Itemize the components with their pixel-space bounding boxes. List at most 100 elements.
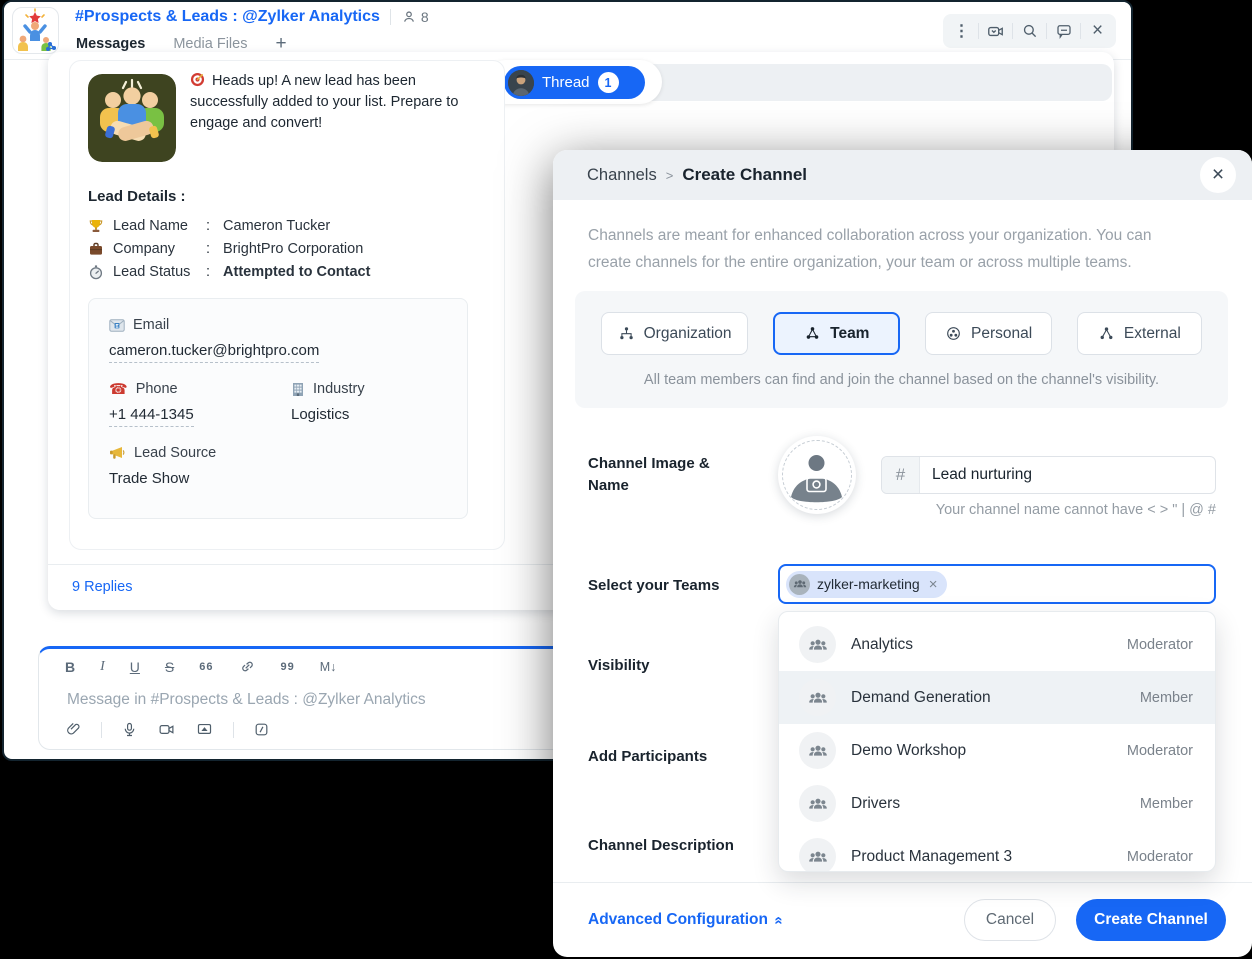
video-camera-icon[interactable] bbox=[157, 721, 176, 738]
team-option-demo-workshop[interactable]: Demo Workshop Moderator bbox=[779, 724, 1215, 777]
channel-logo bbox=[12, 7, 59, 54]
link-button[interactable] bbox=[239, 658, 256, 675]
modal-footer: Advanced Configuration « Cancel Create C… bbox=[553, 882, 1252, 957]
channel-description-label: Channel Description bbox=[588, 835, 734, 857]
stopwatch-icon bbox=[88, 264, 104, 280]
chat-bubble-icon[interactable] bbox=[1047, 14, 1080, 48]
email-icon bbox=[109, 319, 125, 332]
breadcrumb-separator: > bbox=[666, 168, 674, 183]
external-network-icon bbox=[1098, 325, 1115, 342]
create-channel-button[interactable]: Create Channel bbox=[1076, 899, 1226, 941]
industry-label: Industry bbox=[291, 381, 365, 397]
lead-source-label: Lead Source bbox=[109, 445, 447, 461]
cancel-button[interactable]: Cancel bbox=[964, 899, 1056, 941]
type-personal-button[interactable]: Personal bbox=[925, 312, 1051, 355]
team-triangle-icon bbox=[804, 325, 821, 342]
channel-name-hint: Your channel name cannot have < > " | @ … bbox=[881, 502, 1216, 518]
channel-type-panel: Organization Team Personal bbox=[575, 291, 1228, 408]
type-organization-button[interactable]: Organization bbox=[601, 312, 748, 355]
blockquote-close-button[interactable]: 99 bbox=[281, 661, 295, 673]
search-icon[interactable] bbox=[1013, 14, 1046, 48]
strikethrough-button[interactable]: S bbox=[165, 659, 174, 675]
modal-close-button[interactable]: × bbox=[1200, 157, 1236, 193]
phone-icon: ☎ bbox=[109, 382, 128, 397]
phone-value[interactable]: +1 444-1345 bbox=[109, 406, 194, 427]
replies-link[interactable]: 9 Replies bbox=[72, 565, 132, 610]
blockquote-open-button[interactable]: 66 bbox=[199, 661, 213, 673]
type-external-button[interactable]: External bbox=[1077, 312, 1202, 355]
teams-dropdown: Analytics Moderator Demand Generation Me… bbox=[778, 611, 1216, 872]
avatar-placeholder-icon bbox=[783, 441, 850, 508]
teams-input[interactable]: zylker-marketing × bbox=[778, 564, 1216, 604]
add-participants-label: Add Participants bbox=[588, 746, 707, 768]
lead-source-value: Trade Show bbox=[109, 470, 447, 487]
org-hierarchy-icon bbox=[618, 325, 635, 342]
underline-button[interactable]: U bbox=[130, 659, 140, 675]
channel-name-input[interactable]: # Lead nurturing bbox=[881, 456, 1216, 494]
kebab-menu-icon[interactable]: ⋮ bbox=[945, 14, 978, 48]
lead-message-card: Heads up! A new lead has been successful… bbox=[69, 60, 505, 550]
slash-command-icon[interactable] bbox=[253, 721, 270, 738]
group-avatar bbox=[799, 838, 836, 872]
briefcase-icon bbox=[88, 241, 104, 257]
group-avatar bbox=[799, 679, 836, 716]
lead-details-title: Lead Details : bbox=[88, 188, 186, 205]
building-icon bbox=[291, 382, 305, 397]
message-input[interactable]: Message in #Prospects & Leads : @Zylker … bbox=[67, 691, 426, 709]
channel-name-value: Lead nurturing bbox=[920, 457, 1032, 493]
email-label: Email bbox=[109, 317, 447, 333]
personal-circle-icon bbox=[945, 325, 962, 342]
microphone-icon[interactable] bbox=[121, 721, 138, 738]
team-option-analytics[interactable]: Analytics Moderator bbox=[779, 618, 1215, 671]
celebration-logo-icon bbox=[13, 8, 58, 53]
thread-count-badge: 1 bbox=[598, 72, 619, 93]
trophy-icon bbox=[88, 218, 104, 234]
chat-title: #Prospects & Leads : @Zylker Analytics bbox=[75, 8, 380, 26]
member-count[interactable]: 8 bbox=[401, 9, 429, 25]
window-actions: ⋮ × bbox=[943, 14, 1116, 48]
visibility-label: Visibility bbox=[588, 655, 649, 677]
avatar-dashed-ring bbox=[782, 440, 852, 510]
breadcrumb-channels[interactable]: Channels bbox=[587, 166, 657, 185]
tab-messages[interactable]: Messages bbox=[76, 36, 145, 52]
team-chip-avatar bbox=[789, 574, 810, 595]
lead-alert-text: Heads up! A new lead has been successful… bbox=[190, 71, 490, 134]
phone-label: ☎ Phone bbox=[109, 381, 291, 397]
video-call-icon[interactable] bbox=[979, 14, 1012, 48]
advanced-configuration-link[interactable]: Advanced Configuration « bbox=[588, 911, 783, 929]
italic-button[interactable]: I bbox=[100, 659, 105, 675]
team-chip-label: zylker-marketing bbox=[817, 576, 920, 592]
bold-button[interactable]: B bbox=[65, 659, 75, 675]
lead-status-value: Attempted to Contact bbox=[223, 264, 370, 280]
group-avatar bbox=[799, 732, 836, 769]
team-chip[interactable]: zylker-marketing × bbox=[786, 571, 947, 598]
megaphone-icon bbox=[109, 446, 126, 460]
lead-name-value: Cameron Tucker bbox=[223, 218, 330, 234]
company-value: BrightPro Corporation bbox=[223, 241, 363, 257]
target-dart-icon bbox=[190, 72, 205, 87]
channel-image-name-label: Channel Image & Name bbox=[588, 453, 718, 497]
thread-pill[interactable]: Thread 1 bbox=[504, 66, 645, 99]
lead-detail-card: Email cameron.tucker@brightpro.com ☎ Pho… bbox=[88, 298, 468, 519]
paperclip-icon[interactable] bbox=[65, 721, 82, 738]
team-option-drivers[interactable]: Drivers Member bbox=[779, 777, 1215, 830]
markdown-button[interactable]: M↓ bbox=[320, 660, 337, 674]
person-icon bbox=[401, 9, 417, 25]
industry-value: Logistics bbox=[291, 406, 365, 423]
group-avatar bbox=[799, 626, 836, 663]
tab-media-files[interactable]: Media Files bbox=[173, 36, 247, 52]
attachment-toolbar bbox=[65, 721, 270, 738]
type-team-button[interactable]: Team bbox=[773, 312, 900, 355]
modal-description: Channels are meant for enhanced collabor… bbox=[588, 222, 1193, 276]
email-value[interactable]: cameron.tucker@brightpro.com bbox=[109, 342, 319, 363]
create-channel-modal: Channels > Create Channel × Channels are… bbox=[553, 150, 1252, 957]
team-option-product-management-3[interactable]: Product Management 3 Moderator bbox=[779, 830, 1215, 872]
hash-prefix: # bbox=[882, 457, 920, 493]
close-icon[interactable]: × bbox=[1081, 14, 1114, 48]
link-icon bbox=[239, 658, 256, 675]
chip-remove-icon[interactable]: × bbox=[929, 576, 938, 593]
channel-image-upload[interactable] bbox=[778, 436, 856, 514]
team-option-demand-generation[interactable]: Demand Generation Member bbox=[779, 671, 1215, 724]
screen-share-icon[interactable] bbox=[195, 721, 214, 738]
modal-header: Channels > Create Channel × bbox=[553, 150, 1252, 200]
